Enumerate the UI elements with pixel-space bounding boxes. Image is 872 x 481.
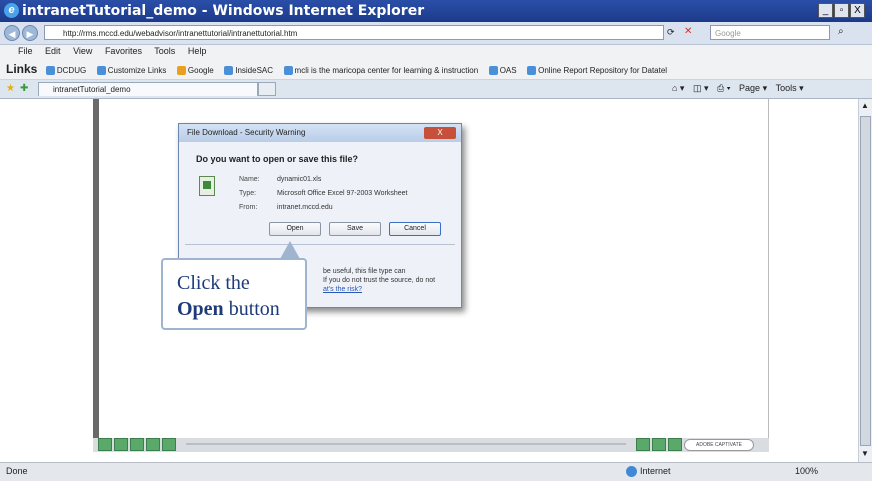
zoom-level[interactable]: 100% (795, 466, 818, 476)
callout-pointer (280, 241, 300, 259)
risk-link[interactable]: at's the risk? (323, 286, 362, 293)
link-icon (283, 66, 293, 76)
name-value: dynamic01.xls (277, 176, 322, 183)
playbar-progress[interactable] (186, 443, 626, 445)
scroll-up-icon[interactable]: ▲ (861, 101, 869, 110)
status-text: Done (6, 466, 28, 476)
menu-file[interactable]: File (18, 46, 33, 56)
close-window-button[interactable]: X (850, 3, 865, 18)
type-value: Microsoft Office Excel 97-2003 Worksheet (277, 190, 408, 197)
forward-button[interactable]: ▶ (22, 25, 38, 41)
link-item[interactable]: mcli is the maricopa center for learning… (283, 66, 478, 76)
menu-help[interactable]: Help (188, 46, 207, 56)
minimize-button[interactable]: _ (818, 3, 833, 18)
content-right-border (768, 99, 769, 452)
scroll-down-icon[interactable]: ▼ (861, 449, 869, 458)
new-tab-button[interactable] (258, 82, 276, 96)
favorites-star-icon[interactable]: ★ (6, 83, 15, 94)
refresh-icon[interactable]: ⟳ (667, 27, 675, 38)
internet-zone-icon (626, 466, 637, 477)
instruction-callout: Click the Open button (161, 258, 307, 330)
play-icon[interactable] (146, 438, 160, 451)
back-button[interactable]: ◀ (4, 25, 20, 41)
open-button[interactable]: Open (269, 222, 321, 236)
feeds-icon[interactable]: ◫ ▾ (693, 83, 709, 93)
home-icon[interactable]: ⌂ ▾ (672, 83, 684, 93)
content-left-border (93, 99, 99, 452)
name-label: Name: (239, 176, 260, 183)
info-icon[interactable] (668, 438, 682, 451)
links-label: Links (6, 62, 38, 76)
print-icon[interactable]: ⎙ ▾ (717, 83, 730, 93)
cancel-button[interactable]: Cancel (389, 222, 441, 236)
search-input[interactable]: Google (710, 25, 830, 40)
status-bar: Done Internet 100% (0, 462, 872, 481)
rewind-icon[interactable] (98, 438, 112, 451)
menu-favorites[interactable]: Favorites (105, 46, 142, 56)
dialog-close-button[interactable]: X (424, 127, 456, 139)
ie-logo-icon: e (4, 3, 19, 18)
search-icon[interactable]: ⌕ (838, 26, 844, 37)
add-favorite-icon[interactable]: ✚ (20, 83, 28, 94)
address-row: ◀ ▶ http://rms.mccd.edu/webadvisor/intra… (0, 22, 872, 45)
menu-view[interactable]: View (73, 46, 92, 56)
callout-text: Click the Open button (177, 272, 280, 320)
save-button[interactable]: Save (329, 222, 381, 236)
page-menu[interactable]: Page ▾ (739, 83, 767, 93)
dialog-separator (185, 244, 455, 245)
link-item[interactable]: DCDUG (45, 66, 86, 76)
type-label: Type: (239, 190, 257, 197)
link-item[interactable]: Google (176, 66, 214, 76)
link-icon (527, 66, 537, 76)
dialog-warning-text: be useful, this file type can If you do … (323, 268, 436, 293)
pause-icon[interactable] (114, 438, 128, 451)
link-item[interactable]: Customize Links (96, 66, 166, 76)
exit-icon[interactable] (652, 438, 666, 451)
link-icon (96, 66, 106, 76)
menu-bar: File Edit View Favorites Tools Help (0, 45, 872, 59)
next-icon[interactable] (162, 438, 176, 451)
links-bar: Links DCDUG Customize Links Google Insid… (0, 59, 872, 80)
link-icon (488, 66, 498, 76)
address-input[interactable]: http://rms.mccd.edu/webadvisor/intranett… (44, 25, 664, 40)
window-title: intranetTutorial_demo - Windows Internet… (22, 3, 425, 19)
security-zone: Internet (640, 466, 671, 476)
previous-icon[interactable] (130, 438, 144, 451)
menu-edit[interactable]: Edit (45, 46, 61, 56)
title-bar: e intranetTutorial_demo - Windows Intern… (0, 0, 872, 22)
scroll-thumb[interactable] (860, 116, 871, 446)
tools-menu[interactable]: Tools ▾ (776, 83, 804, 93)
tab-row: ★ ✚ intranetTutorial_demo ⌂ ▾ ◫ ▾ ⎙ ▾ Pa… (0, 80, 872, 99)
stop-icon[interactable]: ✕ (684, 26, 692, 37)
link-icon (45, 66, 55, 76)
link-item[interactable]: OAS (488, 66, 517, 76)
dialog-question: Do you want to open or save this file? (196, 154, 359, 164)
dialog-title: File Download - Security Warning (179, 124, 461, 142)
link-item[interactable]: Online Report Repository for Datatel (527, 66, 667, 76)
from-label: From: (239, 204, 258, 211)
google-icon (176, 66, 186, 76)
excel-file-icon (199, 176, 215, 196)
from-value: intranet.mccd.edu (277, 204, 333, 211)
link-icon (224, 66, 234, 76)
adobe-captivate-logo: ADOBE CAPTIVATE (684, 439, 754, 451)
tab-intranet-tutorial[interactable]: intranetTutorial_demo (38, 82, 258, 96)
maximize-button[interactable]: ▫ (834, 3, 849, 18)
audio-icon[interactable] (636, 438, 650, 451)
menu-tools[interactable]: Tools (154, 46, 175, 56)
link-item[interactable]: InsideSAC (224, 66, 273, 76)
